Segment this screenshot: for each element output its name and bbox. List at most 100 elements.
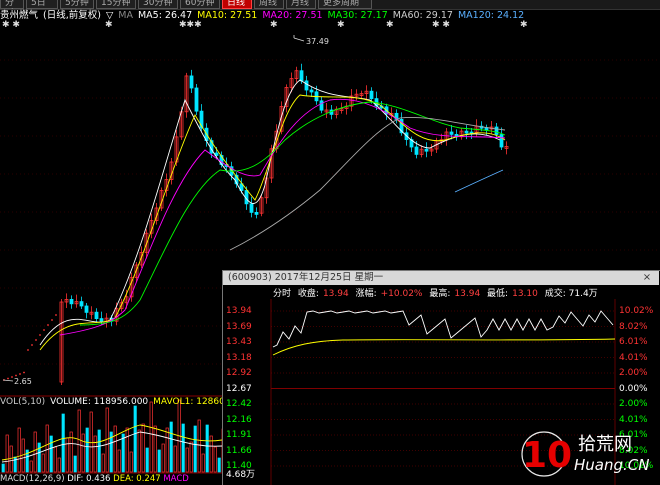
candle-body	[94, 311, 99, 320]
price-axis-label: 11.66	[226, 445, 252, 456]
mavol1-value: MAVOL1: 12860	[153, 397, 225, 407]
early-candle	[7, 377, 9, 380]
popup-title: (600903) 2017年12月25日 星期一	[228, 272, 384, 283]
price-axis-label: 12.16	[226, 414, 252, 425]
volume-bar	[93, 435, 97, 473]
volume-bar	[1, 463, 5, 473]
early-candle	[47, 324, 49, 326]
volume-bar	[77, 409, 81, 473]
watermark-number: 10	[522, 435, 572, 476]
candle-body	[449, 131, 454, 135]
volume-bar	[125, 427, 129, 473]
volume-bar	[153, 425, 157, 473]
early-candle	[55, 314, 57, 316]
watermark-domain: Huang.CN	[574, 456, 649, 474]
volume-bar	[49, 435, 53, 473]
volume-bar	[117, 449, 121, 473]
candle-body	[69, 298, 74, 305]
volume-bar	[113, 425, 117, 473]
candle-body	[414, 146, 419, 155]
candle-body	[299, 70, 304, 82]
volume-bar	[129, 451, 133, 473]
macd-legend: MACD(12,26,9) DIF: 0.436 DEA: 0.247 MACD	[0, 474, 189, 485]
volume-bars	[1, 399, 225, 473]
volume-bar	[141, 423, 145, 473]
watermark-cn: 拾荒网	[578, 434, 632, 455]
volume-bar	[33, 431, 37, 473]
volume-bar	[29, 460, 33, 473]
popup-title-bar[interactable]: (600903) 2017年12月25日 星期一 ×	[223, 271, 659, 285]
volume-bar	[145, 447, 149, 473]
price-axis-label: 4.68万	[226, 470, 256, 481]
candle-body	[464, 130, 469, 134]
candle-body	[369, 90, 374, 99]
price-axis-label: 12.42	[226, 399, 252, 409]
volume-bar	[53, 446, 57, 473]
early-candle	[23, 371, 25, 374]
candle-body	[254, 211, 259, 215]
early-candle	[19, 373, 21, 375]
volume-value: VOLUME: 118956.000	[50, 397, 149, 407]
percent-axis-label: 2.00%	[619, 399, 648, 409]
volume-bar	[97, 429, 101, 473]
price-low-label: 2.65	[14, 377, 32, 386]
volume-bar	[85, 427, 89, 473]
price-axis-label: 13.94	[226, 306, 252, 316]
price-axis-label: 13.18	[226, 352, 252, 363]
price-axis-label: 12.67	[226, 383, 252, 394]
volume-bar	[133, 405, 137, 473]
volume-bar	[197, 419, 201, 473]
volume-bar	[65, 437, 69, 473]
volume-bar	[45, 424, 49, 473]
percent-axis-label: 4.01%	[619, 414, 648, 425]
early-candle	[51, 319, 53, 321]
volume-bar	[181, 423, 185, 473]
volume-bar	[205, 424, 209, 473]
volume-bar	[73, 455, 77, 473]
early-candle	[31, 344, 33, 346]
volume-bar	[189, 441, 193, 473]
volume-bar	[9, 445, 13, 473]
volume-bar	[217, 457, 221, 473]
volume-bar	[185, 447, 189, 473]
vol-label: VOL(5,10)	[0, 397, 46, 407]
close-icon[interactable]: ×	[641, 272, 653, 283]
price-axis-label: 12.92	[226, 368, 252, 378]
volume-legend: VOL(5,10) VOLUME: 118956.000 MAVOL1: 12860	[0, 396, 230, 408]
volume-bar	[41, 453, 45, 473]
ma-line-5	[454, 169, 504, 193]
percent-axis-label: 2.00%	[619, 368, 648, 378]
candle-body	[494, 126, 499, 135]
site-watermark-logo: 10 拾荒网 Huang.CN	[521, 431, 649, 477]
candle-body	[499, 134, 504, 148]
early-candle	[27, 349, 29, 351]
volume-bar	[101, 453, 105, 473]
candle-body	[79, 301, 84, 307]
volume-bar	[157, 449, 161, 473]
candle-body	[304, 80, 309, 91]
candle-body	[249, 203, 254, 213]
percent-axis-label: 4.01%	[619, 352, 648, 363]
ma-line-4	[229, 117, 506, 251]
volume-bar	[17, 427, 21, 473]
macd-value: MACD	[163, 474, 189, 484]
volume-bar	[121, 433, 125, 473]
volume-bar	[61, 413, 65, 473]
candle-body	[194, 87, 199, 112]
candle-body	[424, 148, 429, 152]
volume-bar	[201, 453, 205, 473]
volume-bar	[193, 425, 197, 473]
volume-bar	[149, 401, 153, 473]
intraday-avg-line	[272, 338, 616, 356]
volume-bar	[37, 442, 41, 473]
early-candle	[39, 334, 41, 336]
volume-bar	[137, 429, 141, 473]
candle-body	[309, 89, 314, 93]
macd-label: MACD(12,26,9)	[0, 474, 65, 484]
early-candle	[35, 339, 37, 341]
candle-body	[99, 318, 104, 323]
percent-axis-label: 0.00%	[619, 383, 648, 394]
volume-bar	[5, 434, 9, 473]
dif-value: DIF: 0.436	[67, 474, 111, 484]
volume-bar	[213, 446, 217, 473]
